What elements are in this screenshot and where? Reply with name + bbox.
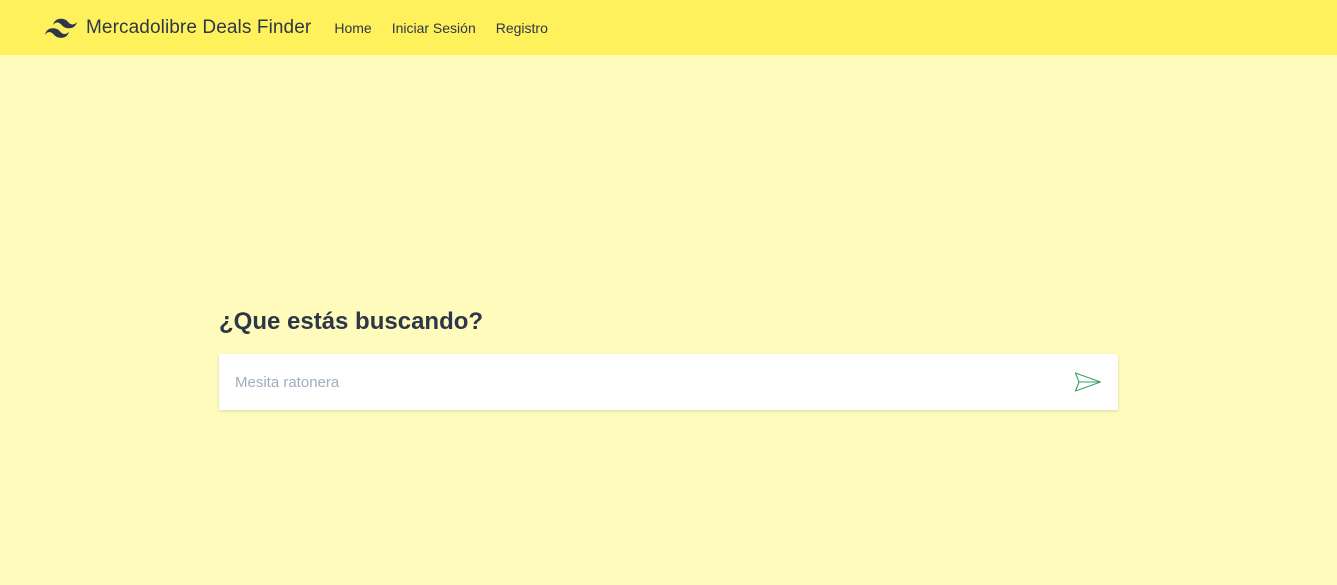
search-input[interactable] bbox=[219, 354, 1060, 410]
search-submit-button[interactable] bbox=[1060, 354, 1116, 410]
nav-link-home[interactable]: Home bbox=[334, 20, 371, 36]
search-section: ¿Que estás buscando? bbox=[219, 307, 1118, 410]
brand-link[interactable]: Mercadolibre Deals Finder bbox=[45, 17, 311, 39]
paper-plane-send-icon bbox=[1074, 371, 1102, 393]
top-navbar: Mercadolibre Deals Finder Home Iniciar S… bbox=[0, 0, 1337, 55]
nav-link-login[interactable]: Iniciar Sesión bbox=[392, 20, 476, 36]
wave-logo-icon bbox=[45, 18, 77, 38]
search-heading: ¿Que estás buscando? bbox=[219, 308, 484, 335]
nav-link-register[interactable]: Registro bbox=[496, 20, 548, 36]
main-nav: Home Iniciar Sesión Registro bbox=[334, 20, 568, 36]
search-form bbox=[219, 354, 1118, 410]
brand-name: Mercadolibre Deals Finder bbox=[86, 16, 312, 38]
